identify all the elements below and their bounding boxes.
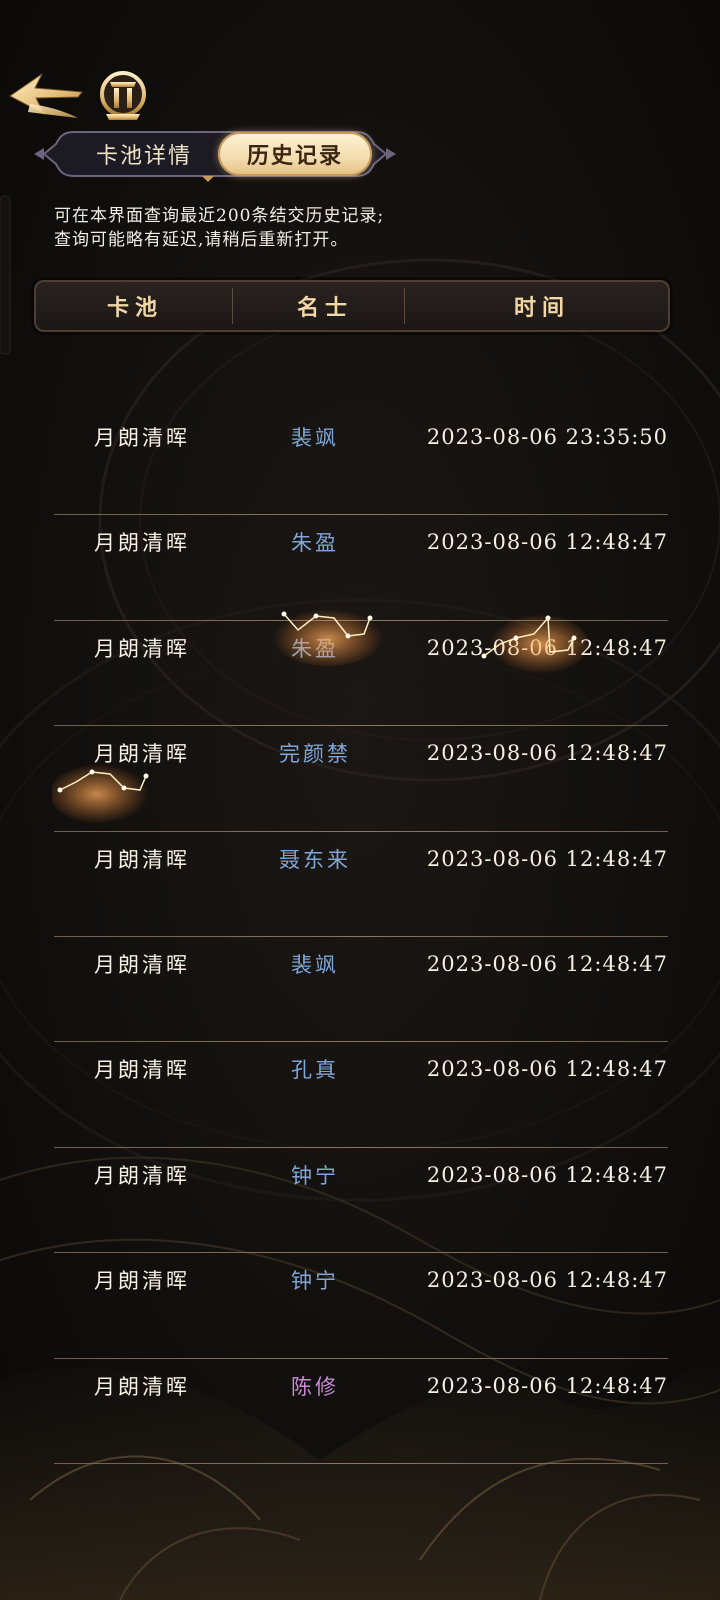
- row-time: 2023-08-06 12:48:47: [426, 846, 668, 871]
- table-header: 卡池 名士 时间: [34, 280, 670, 332]
- tab-history-records[interactable]: 历史记录: [218, 132, 372, 176]
- row-name: 朱盈: [291, 531, 339, 556]
- row-pool: 月朗清晖: [94, 636, 190, 661]
- row-divider: [54, 1462, 668, 1464]
- back-button[interactable]: [8, 66, 84, 124]
- table-row: 月朗清晖 完颜禁 2023-08-06 12:48:47: [54, 726, 668, 832]
- row-name: 聂东来: [279, 847, 351, 872]
- history-notice: 可在本界面查询最近200条结交历史记录; 查询可能略有延迟,请稍后重新打开。: [54, 204, 654, 252]
- table-row: 月朗清晖 聂东来 2023-08-06 12:48:47: [54, 832, 668, 937]
- winged-arrow-back-icon: [9, 73, 83, 118]
- row-name: 裴飒: [291, 426, 339, 450]
- row-pool: 月朗清晖: [94, 847, 190, 872]
- row-pool: 月朗清晖: [94, 1058, 190, 1083]
- row-pool: 月朗清晖: [94, 531, 190, 556]
- row-name: 钟宁: [291, 1163, 339, 1188]
- row-name: 完颜禁: [279, 742, 351, 767]
- table-row: 月朗清晖 朱盈 2023-08-06 12:48:47: [54, 621, 668, 727]
- row-name: 钟宁: [291, 1269, 339, 1294]
- column-divider: [232, 288, 233, 324]
- row-name: 裴飒: [291, 952, 339, 977]
- row-time: 2023-08-06 23:35:50: [426, 425, 668, 449]
- notice-line-2: 查询可能略有延迟,请稍后重新打开。: [54, 230, 349, 250]
- table-row: 月朗清晖 钟宁 2023-08-06 12:48:47: [54, 1148, 668, 1254]
- tab-bar: 卡池详情 历史记录: [34, 126, 396, 182]
- row-name: 孔真: [291, 1058, 339, 1083]
- row-name: 陈修: [291, 1374, 339, 1399]
- notice-line-1: 可在本界面查询最近200条结交历史记录;: [54, 206, 385, 226]
- row-pool: 月朗清晖: [94, 742, 190, 767]
- table-row: 月朗清晖 孔真 2023-08-06 12:48:47: [54, 1042, 668, 1148]
- table-row: 月朗清晖 钟宁 2023-08-06 12:48:47: [54, 1253, 668, 1359]
- row-pool: 月朗清晖: [94, 1374, 190, 1399]
- column-header-name: 名士: [296, 295, 353, 321]
- table-row: 月朗清晖 朱盈 2023-08-06 12:48:47: [54, 515, 668, 621]
- row-time: 2023-08-06 12:48:47: [426, 741, 668, 766]
- row-time: 2023-08-06 12:48:47: [426, 1057, 668, 1082]
- column-header-time: 时间: [513, 295, 570, 321]
- history-list: 月朗清晖 裴飒 2023-08-06 23:35:50 月朗清晖 朱盈 2023…: [54, 410, 668, 1464]
- row-time: 2023-08-06 12:48:47: [426, 530, 668, 555]
- column-header-pool: 卡池: [106, 295, 163, 321]
- table-row: 月朗清晖 裴飒 2023-08-06 12:48:47: [54, 937, 668, 1043]
- row-time: 2023-08-06 12:48:47: [426, 1162, 668, 1187]
- table-row: 月朗清晖 裴飒 2023-08-06 23:35:50: [54, 410, 668, 516]
- row-pool: 月朗清晖: [94, 952, 190, 977]
- column-divider: [404, 288, 405, 324]
- row-time: 2023-08-06 12:48:47: [426, 1268, 668, 1293]
- tab-pool-details[interactable]: 卡池详情: [62, 132, 226, 176]
- row-pool: 月朗清晖: [94, 426, 190, 450]
- row-pool: 月朗清晖: [94, 1163, 190, 1188]
- row-time: 2023-08-06 12:48:47: [426, 635, 668, 660]
- row-time: 2023-08-06 12:48:47: [426, 1373, 668, 1398]
- row-name: 朱盈: [291, 636, 339, 661]
- home-button[interactable]: [98, 70, 148, 122]
- table-row: 月朗清晖 陈修 2023-08-06 12:48:47: [54, 1359, 668, 1464]
- row-pool: 月朗清晖: [94, 1269, 190, 1294]
- row-time: 2023-08-06 12:48:47: [426, 951, 668, 976]
- gold-arch-home-icon: [100, 71, 146, 120]
